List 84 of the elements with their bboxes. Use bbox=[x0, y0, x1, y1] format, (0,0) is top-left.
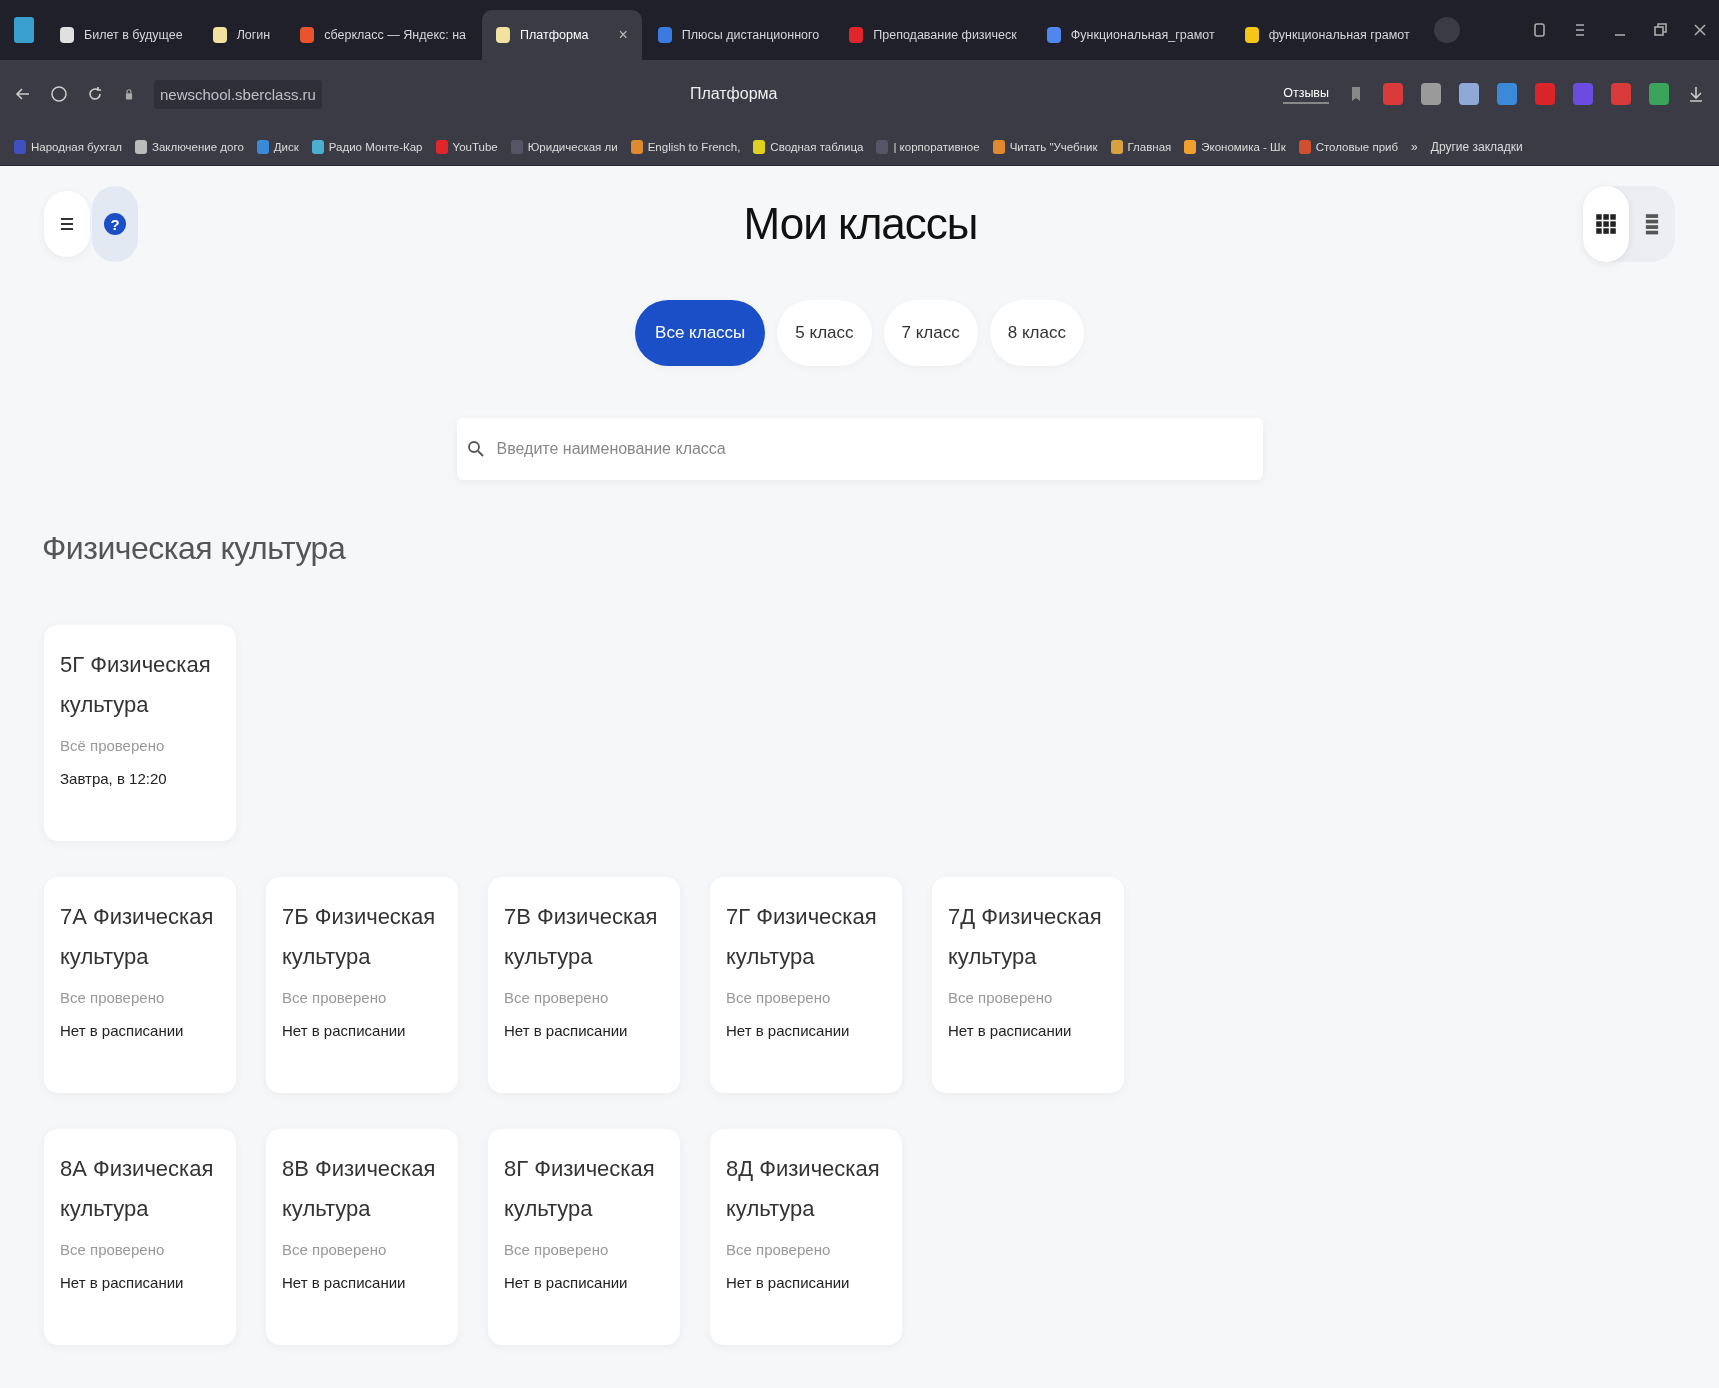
feedback-button[interactable]: Отзывы bbox=[1283, 84, 1329, 104]
help-button[interactable]: ? bbox=[92, 186, 138, 262]
bookmark-link[interactable]: English to French, bbox=[647, 140, 741, 153]
bookmark-link[interactable]: Народная бухгал bbox=[31, 140, 122, 153]
download-icon[interactable] bbox=[1687, 85, 1705, 103]
bookmark-link[interactable]: Главная bbox=[1127, 140, 1172, 153]
class-card[interactable]: 7Б Физическая культура Все проверено Нет в расписании bbox=[266, 877, 458, 1093]
restore-icon[interactable] bbox=[1651, 21, 1669, 39]
class-card[interactable]: 8Д Физическая культура Все проверено Нет в расписании bbox=[710, 1129, 902, 1345]
reload-icon[interactable] bbox=[86, 85, 104, 103]
class-name: 7А Физическая культура bbox=[60, 903, 215, 971]
address-field[interactable]: newschool.sberclass.ru bbox=[154, 79, 322, 109]
bookmark-link[interactable]: Заключение дого bbox=[152, 140, 244, 153]
class-name: 8В Физическая культура bbox=[282, 1155, 437, 1223]
class-card[interactable]: 5Г Физическая культура Всё проверено Завтра, в 12:20 bbox=[44, 625, 236, 841]
check-status: Все проверено bbox=[504, 1241, 610, 1258]
subject-heading: Физическая культура bbox=[42, 530, 347, 567]
class-name: 8Г Физическая культура bbox=[504, 1155, 656, 1223]
extension-icon[interactable] bbox=[1421, 83, 1441, 105]
check-status: Все проверено bbox=[948, 989, 1054, 1006]
bookmark-link[interactable]: Читать "Учебник bbox=[1009, 140, 1098, 153]
browser-tab[interactable]: сберкласс — Яндекс: на bbox=[286, 10, 481, 60]
bookmark-link[interactable]: Юридическая ли bbox=[527, 140, 618, 153]
schedule-info: Нет в расписании bbox=[948, 1022, 1073, 1039]
bookmark-link[interactable]: Диск bbox=[273, 140, 299, 153]
class-name: 7Д Физическая культура bbox=[948, 903, 1103, 971]
check-status: Все проверено bbox=[282, 1241, 388, 1258]
browser-tab[interactable]: Билет в будущее bbox=[46, 10, 197, 60]
class-card[interactable]: 8А Физическая культура Все проверено Нет в расписании bbox=[44, 1129, 236, 1345]
schedule-info: Завтра, в 12:20 bbox=[60, 770, 168, 787]
bookmark-link[interactable]: Радио Монте-Кар bbox=[328, 140, 423, 153]
class-card[interactable]: 7Г Физическая культура Все проверено Нет в расписании bbox=[710, 877, 902, 1093]
bookmark-link[interactable]: YouTube bbox=[452, 140, 498, 153]
class-card[interactable]: 7Д Физическая культура Все проверено Нет в расписании bbox=[932, 877, 1124, 1093]
extension-icon[interactable] bbox=[1459, 83, 1479, 105]
bookmark-link[interactable]: Экономика - Шк bbox=[1201, 140, 1286, 153]
class-name: 8А Физическая культура bbox=[60, 1155, 215, 1223]
menu-icon bbox=[58, 215, 76, 233]
class-card[interactable]: 7А Физическая культура Все проверено Нет в расписании bbox=[44, 877, 236, 1093]
grade-filter-tab[interactable]: 7 класс bbox=[883, 300, 978, 366]
browser-tab[interactable]: Логин bbox=[198, 10, 285, 60]
class-name: 8Д Физическая культура bbox=[726, 1155, 881, 1223]
class-card[interactable]: 7В Физическая культура Все проверено Нет в расписании bbox=[488, 877, 680, 1093]
bookmark-link[interactable]: Столовые приб bbox=[1315, 140, 1399, 153]
schedule-info: Нет в расписании bbox=[60, 1274, 185, 1291]
schedule-info: Нет в расписании bbox=[504, 1022, 629, 1039]
class-name: 7Г Физическая культура bbox=[726, 903, 878, 971]
check-status: Все проверено bbox=[60, 1241, 166, 1258]
grade-filter-tab[interactable]: 8 класс bbox=[989, 300, 1084, 366]
check-status: Всё проверено bbox=[60, 737, 166, 754]
browser-tab[interactable]: Платформа × bbox=[482, 10, 642, 60]
browser-tab[interactable]: функциональная грамот bbox=[1230, 10, 1424, 60]
schedule-info: Нет в расписании bbox=[726, 1274, 851, 1291]
schedule-info: Нет в расписании bbox=[726, 1022, 851, 1039]
bookmark-link[interactable]: Сводная таблица bbox=[770, 140, 864, 153]
grade-filter-tab[interactable]: Все классы bbox=[635, 300, 766, 366]
check-status: Все проверено bbox=[504, 989, 610, 1006]
page-heading: Мои классы bbox=[742, 199, 979, 249]
schedule-info: Нет в расписании bbox=[282, 1274, 407, 1291]
schedule-info: Нет в расписании bbox=[282, 1022, 407, 1039]
class-card[interactable]: 8В Физическая культура Все проверено Нет в расписании bbox=[266, 1129, 458, 1345]
class-name: 7Б Физическая культура bbox=[282, 903, 437, 971]
page-title: Платформа bbox=[689, 85, 778, 103]
search-icon bbox=[466, 440, 485, 458]
grade-filter-tab[interactable]: 5 класс bbox=[777, 300, 872, 366]
other-bookmarks-link[interactable]: Другие закладки bbox=[1430, 139, 1523, 154]
check-status: Все проверено bbox=[726, 989, 832, 1006]
browser-tab[interactable]: Плюсы дистанционного bbox=[643, 10, 834, 60]
check-status: Все проверено bbox=[726, 1241, 832, 1258]
view-toggle[interactable] bbox=[1583, 186, 1629, 262]
class-name: 5Г Физическая культура bbox=[60, 651, 212, 719]
class-card[interactable]: 8Г Физическая культура Все проверено Нет в расписании bbox=[488, 1129, 680, 1345]
more-bookmarks-button[interactable]: » bbox=[1411, 139, 1418, 154]
schedule-info: Нет в расписании bbox=[504, 1274, 629, 1291]
class-name: 7В Физическая культура bbox=[504, 903, 659, 971]
check-status: Все проверено bbox=[60, 989, 166, 1006]
bookmark-link[interactable]: | корпоративное bbox=[893, 140, 980, 153]
browser-tab[interactable]: Функциональная_грамот bbox=[1032, 10, 1229, 60]
menu-button[interactable] bbox=[44, 191, 90, 257]
browser-tab[interactable]: Преподавание физическ bbox=[835, 10, 1031, 60]
check-status: Все проверено bbox=[282, 989, 388, 1006]
close-tab-button[interactable]: × bbox=[618, 26, 628, 44]
schedule-info: Нет в расписании bbox=[60, 1022, 185, 1039]
grid-icon bbox=[1595, 213, 1617, 235]
